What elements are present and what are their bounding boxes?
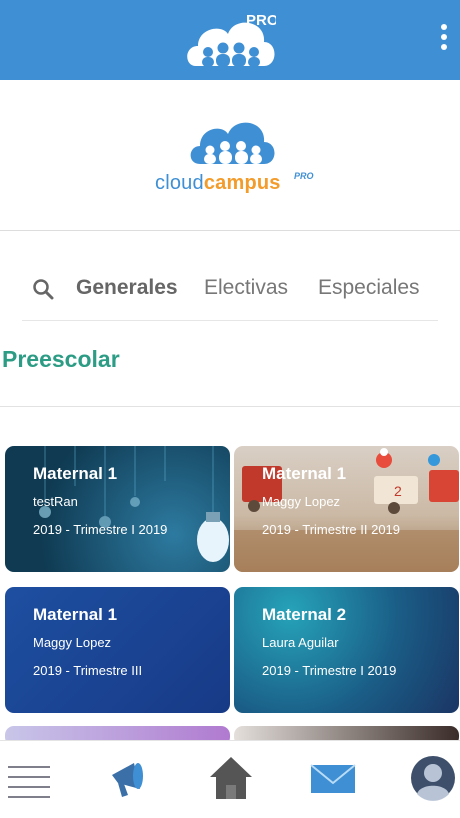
course-title: Maternal 2: [262, 605, 347, 624]
course-period: 2019 - Trimestre I 2019: [33, 522, 168, 537]
course-period: 2019 - Trimestre III: [33, 663, 143, 678]
course-teacher: Laura Aguilar: [262, 635, 339, 650]
brand-wordmark: cloudcampus: [155, 172, 281, 194]
cloudcampus-cloud-icon: [190, 122, 275, 164]
course-teacher: Maggy Lopez: [33, 635, 112, 650]
home-icon[interactable]: [206, 753, 256, 803]
tab-electivas[interactable]: Electivas: [204, 276, 288, 300]
divider: [0, 230, 460, 231]
course-teacher: Maggy Lopez: [262, 494, 341, 509]
course-card[interactable]: 2 Maternal 1 Maggy Lopez 2019 - Trimestr…: [234, 446, 459, 572]
course-teacher: testRan: [33, 494, 78, 509]
course-title: Maternal 1: [262, 464, 347, 483]
course-title: Maternal 1: [33, 464, 118, 483]
user-icon[interactable]: [408, 753, 458, 803]
course-title: Maternal 1: [33, 605, 118, 624]
divider: [0, 406, 460, 407]
category-tabs: Generales Electivas Especiales: [22, 262, 438, 320]
tab-especiales[interactable]: Especiales: [318, 276, 420, 300]
tab-generales[interactable]: Generales: [76, 276, 178, 300]
course-card[interactable]: Maternal 1 Maggy Lopez 2019 - Trimestre …: [5, 587, 230, 713]
course-period: 2019 - Trimestre II 2019: [262, 522, 401, 537]
top-app-bar: PRO: [0, 0, 460, 80]
bottom-nav: [0, 740, 460, 818]
svg-text:PRO: PRO: [246, 12, 276, 29]
search-icon[interactable]: [32, 278, 54, 300]
more-vert-icon[interactable]: [436, 22, 452, 58]
divider: [22, 320, 438, 321]
cloudcampus-pro-logo: PRO: [187, 12, 276, 67]
brand-pro-badge: PRO: [294, 171, 314, 181]
mail-icon[interactable]: [308, 753, 358, 803]
menu-icon[interactable]: [6, 753, 56, 803]
megaphone-icon[interactable]: [106, 753, 156, 803]
svg-text:2: 2: [394, 483, 402, 499]
brand-block: cloudcampus PRO: [0, 80, 460, 230]
section-title: Preescolar: [2, 346, 120, 372]
course-card[interactable]: Maternal 2 Laura Aguilar 2019 - Trimestr…: [234, 587, 459, 713]
course-period: 2019 - Trimestre I 2019: [262, 663, 397, 678]
course-card[interactable]: Maternal 1 testRan 2019 - Trimestre I 20…: [5, 446, 230, 572]
